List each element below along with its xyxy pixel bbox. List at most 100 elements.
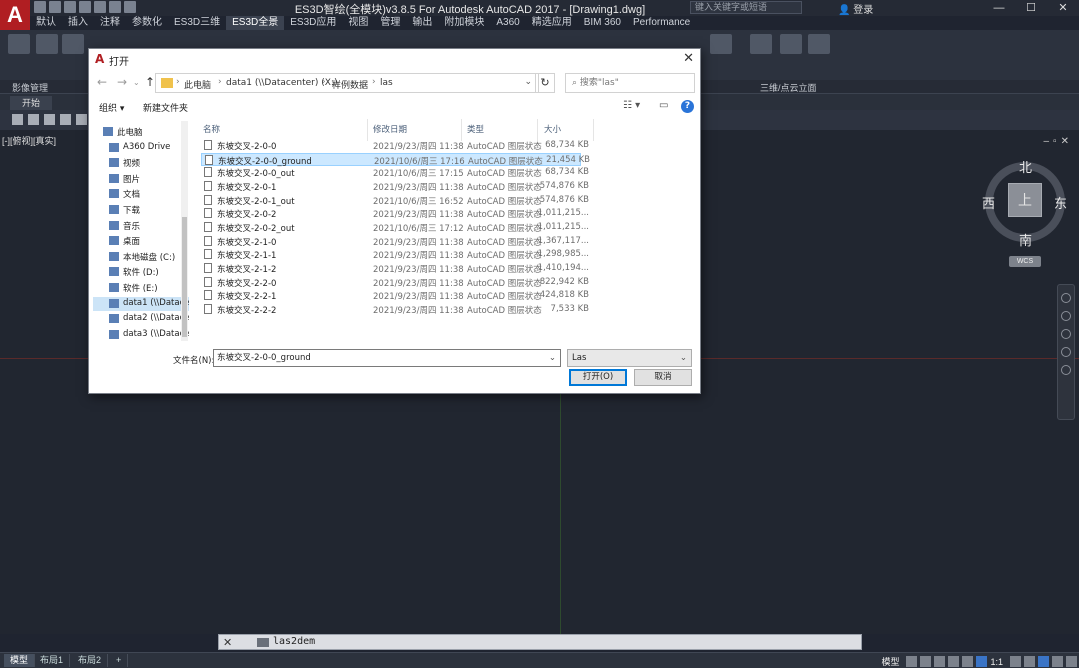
nav-item[interactable]: data1 (\\Datace [93,296,189,311]
ribbon-tab[interactable]: 精选应用 [526,16,578,30]
customize-icon[interactable] [1066,656,1077,667]
nav-scroll-thumb[interactable] [182,217,187,337]
file-row[interactable]: 东坡交叉-2-2-1 2021/9/23/周四 11:38 AutoCAD 图层状态… [201,289,589,303]
breadcrumb-sample-data[interactable]: 样例数据 [332,78,368,91]
column-name[interactable]: 名称 [203,123,220,135]
login-button[interactable]: 👤 登录 [838,1,873,16]
save-as-icon[interactable] [79,1,91,13]
refresh-icon[interactable]: ↻ [535,73,555,93]
ribbon-tool-icon[interactable] [36,34,58,54]
isolate-icon[interactable] [1038,656,1049,667]
compass-east[interactable]: 东 [1054,193,1067,212]
filetype-select[interactable]: Las ⌄ [567,349,692,367]
file-row[interactable]: 东坡交叉-2-1-2 2021/9/23/周四 11:38 AutoCAD 图层状态… [201,262,589,276]
fullscreen-icon[interactable] [1052,656,1063,667]
file-row[interactable]: 东坡交叉-2-0-0_ground 2021/10/6/周三 17:16 AutoC… [201,152,590,167]
nav-item[interactable]: 软件 (E:) [93,281,189,295]
viewport-controls[interactable]: –▫✕ [1044,136,1074,147]
ribbon-tab[interactable]: ES3D应用 [284,16,342,30]
ortho-icon[interactable] [934,656,946,667]
nav-item[interactable]: A360 Drive [93,141,189,155]
close-icon[interactable]: ✕ [1047,0,1079,16]
view-options-icon[interactable]: ☷ ▾ [623,100,640,111]
folder-search-input[interactable]: ⌕ 搜索"las" [565,73,695,93]
file-row[interactable]: 东坡交叉-2-0-0_out 2021/10/6/周三 17:15 AutoCAD … [201,166,589,180]
panel-label-image[interactable]: 影像管理 [12,81,48,94]
nav-item[interactable]: 下载 [93,203,189,217]
ribbon-tab[interactable]: 参数化 [126,16,168,30]
nav-item[interactable]: 本地磁盘 (C:) [93,250,189,264]
address-dropdown-icon[interactable]: ⌄ [524,77,532,87]
ribbon-tool-icon[interactable] [750,34,772,54]
nav-item[interactable]: 音乐 [93,219,189,233]
polar-icon[interactable] [948,656,960,667]
recent-dropdown-icon[interactable]: ⌄ [133,78,140,87]
workspace-icon[interactable] [1010,656,1021,667]
file-row[interactable]: 东坡交叉-2-0-2_out 2021/10/6/周三 17:12 AutoCAD … [201,221,589,235]
cancel-button[interactable]: 取消 [634,369,692,386]
minimize-icon[interactable]: — [983,0,1015,16]
nav-item[interactable]: 桌面 [93,234,189,248]
nav-item[interactable]: 软件 (D:) [93,265,189,279]
nav-item[interactable]: data2 (\\Datace [93,312,189,326]
compass-north[interactable]: 北 [1019,157,1032,176]
column-date[interactable]: 修改日期 [373,123,407,135]
annotation-icon[interactable] [976,656,988,667]
undo-icon[interactable] [109,1,121,13]
ribbon-tool-icon[interactable] [808,34,830,54]
filename-input[interactable]: 东坡交叉-2-0-0_ground ⌄ [213,349,561,367]
chevron-down-icon[interactable]: ⌄ [549,350,556,366]
compass-south[interactable]: 南 [1019,230,1032,249]
ribbon-tool-icon[interactable] [710,34,732,54]
file-row[interactable]: 东坡交叉-2-1-1 2021/9/23/周四 11:38 AutoCAD 图层状态… [201,248,589,262]
new-icon[interactable] [34,1,46,13]
layout-tab[interactable]: 布局1 [34,654,71,667]
organize-button[interactable]: 组织 ▾ [99,101,124,114]
pan-icon[interactable] [1061,311,1071,321]
file-row[interactable]: 东坡交叉-2-0-0 2021/9/23/周四 11:38 AutoCAD 图层状态… [201,139,589,153]
breadcrumb-this-pc[interactable]: 此电脑 [184,78,211,91]
file-row[interactable]: 东坡交叉-2-2-2 2021/9/23/周四 11:38 AutoCAD 图层状态… [201,303,589,317]
panel-label-3d[interactable]: 三维/点云立面 [760,81,817,94]
maximize-icon[interactable]: ☐ [1015,0,1047,16]
layout-tab[interactable]: 模型 [4,654,36,667]
open-button[interactable]: 打开(O) [569,369,627,386]
back-arrow-icon[interactable]: ← [97,75,107,89]
ribbon-tab[interactable]: 输出 [406,16,438,30]
redo-icon[interactable] [124,1,136,13]
tool-icon[interactable] [28,114,39,125]
ribbon-tool-icon[interactable] [62,34,84,54]
forward-arrow-icon[interactable]: → [117,75,127,89]
save-icon[interactable] [64,1,76,13]
ribbon-tab[interactable]: 管理 [374,16,406,30]
nav-item[interactable]: 文档 [93,187,189,201]
ribbon-tool-icon[interactable] [780,34,802,54]
ribbon-tab[interactable]: 插入 [62,16,94,30]
chevron-down-icon[interactable]: ⌄ [680,350,687,366]
print-icon[interactable] [94,1,106,13]
file-row[interactable]: 东坡交叉-2-2-0 2021/9/23/周四 11:38 AutoCAD 图层状态… [201,276,589,290]
showmotion-icon[interactable] [1061,365,1071,375]
tab-start[interactable]: 开始 [10,96,52,110]
tool-icon[interactable] [76,114,87,125]
snap-icon[interactable] [920,656,932,667]
ribbon-tab[interactable]: A360 [490,16,525,30]
nav-item[interactable]: 视频 [93,156,189,170]
add-layout-button[interactable]: + [110,654,129,667]
nav-scrollbar[interactable] [181,121,188,341]
tool-icon[interactable] [60,114,71,125]
file-row[interactable]: 东坡交叉-2-0-1 2021/9/23/周四 11:38 AutoCAD 图层状态… [201,180,589,194]
address-bar[interactable]: › 此电脑 › data1 (\\Datacenter) (X:) › 样例数据… [155,73,539,93]
plus-icon[interactable] [1024,656,1035,667]
viewport-label[interactable]: [-][俯视][真实] [2,134,56,147]
scale-label[interactable]: 1:1 [990,657,1003,667]
nav-item[interactable]: 此电脑 [93,125,189,139]
viewcube-face[interactable]: 上 [1008,183,1042,217]
ribbon-tab[interactable]: 附加模块 [438,16,490,30]
grid-icon[interactable] [906,656,918,667]
preview-pane-icon[interactable]: ▭ [659,100,668,111]
zoom-icon[interactable] [1061,329,1071,339]
wcs-menu[interactable]: WCS [1009,256,1041,267]
orbit-icon[interactable] [1061,347,1071,357]
steering-wheel-icon[interactable] [1061,293,1071,303]
